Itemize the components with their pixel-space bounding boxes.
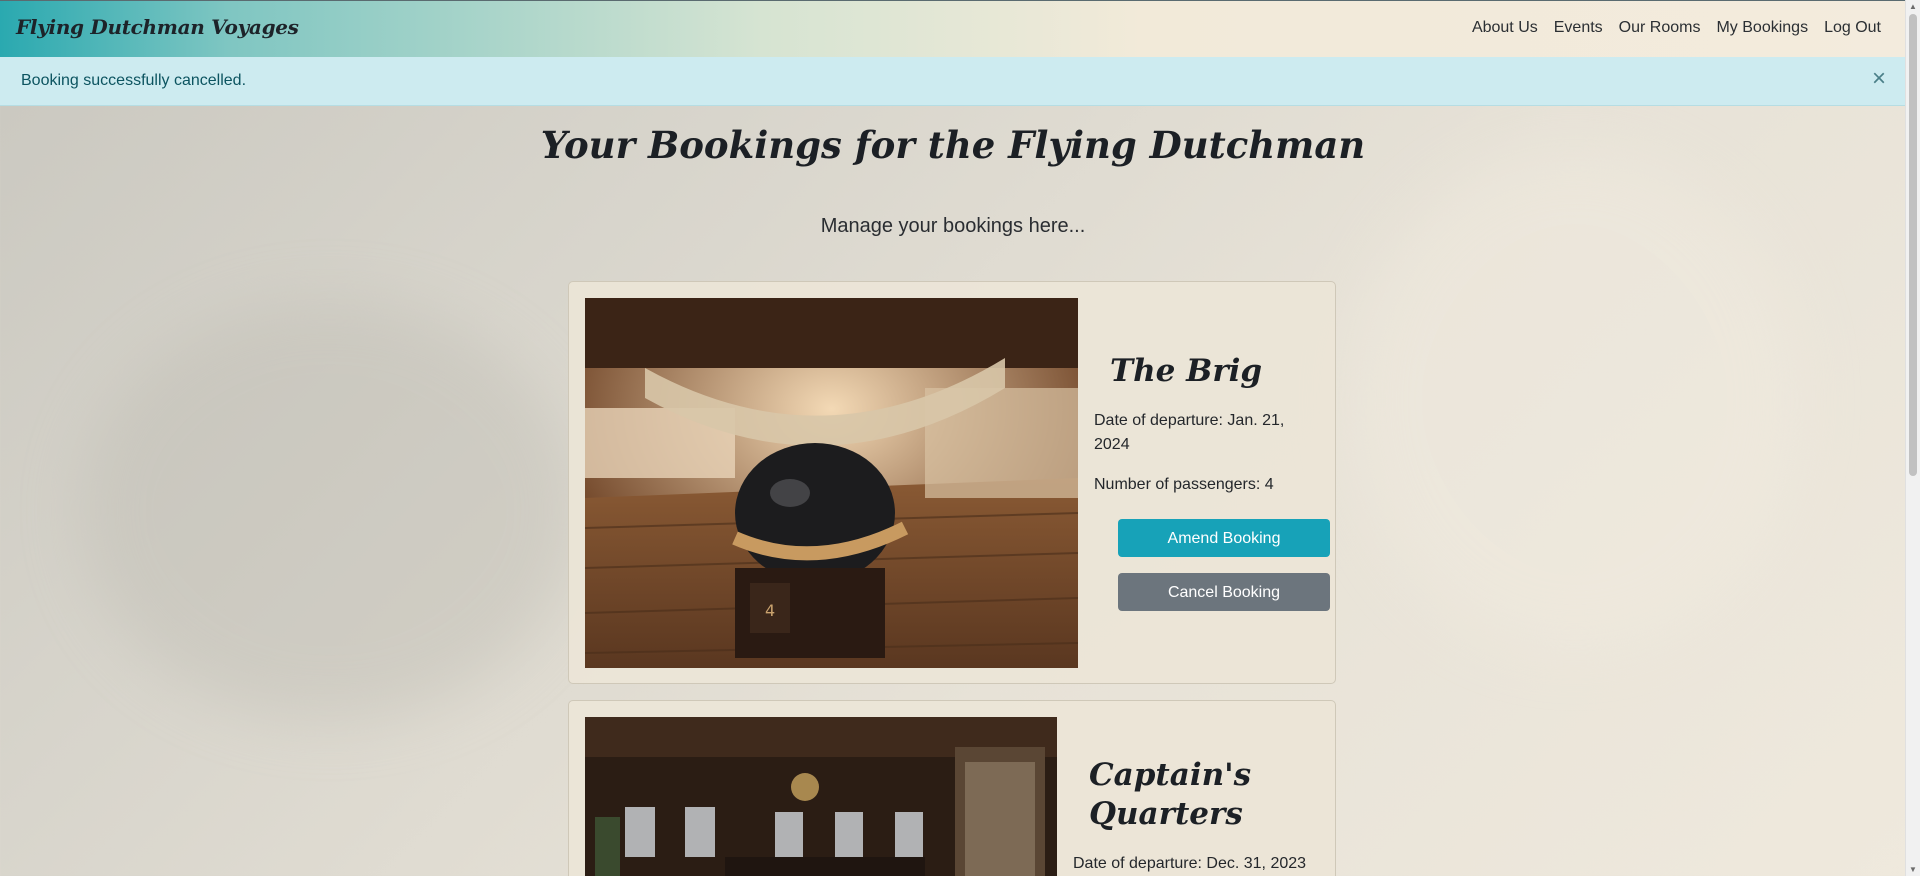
nav-log-out[interactable]: Log Out [1824,19,1881,37]
passenger-count: Number of passengers: 4 [1094,475,1274,493]
captains-quarters-photo [585,717,1057,876]
page-scrollbar[interactable]: ▲ ▼ [1905,0,1920,876]
room-title: The Brig [1110,353,1263,389]
booking-details: The Brig Date of departure: Jan. 21, 202… [1094,352,1330,611]
amend-booking-button[interactable]: Amend Booking [1118,518,1330,557]
booking-card: Captain's Quarters Date of departure: De… [568,700,1336,876]
page-subtitle: Manage your bookings here... [820,215,1086,237]
nav-events[interactable]: Events [1554,19,1603,37]
close-icon[interactable]: × [1872,67,1886,91]
nav-about-us[interactable]: About Us [1472,19,1538,37]
nav-my-bookings[interactable]: My Bookings [1716,19,1808,37]
scroll-down-icon[interactable]: ▼ [1906,865,1920,874]
room-title: Captain's Quarters [1089,757,1252,832]
nav-our-rooms[interactable]: Our Rooms [1619,19,1701,37]
departure-date: Date of departure: Jan. 21, 2024 [1094,411,1285,453]
page-title: Your Bookings for the Flying Dutchman [540,123,1366,167]
room-image-captains-quarters [585,717,1057,876]
background-texture [80,300,580,720]
booking-card: 4 The Brig Date of departure: Jan. 21, 2… [568,281,1336,684]
departure-date: Date of departure: Dec. 31, 2023 [1073,854,1307,872]
booking-details: Captain's Quarters Date of departure: De… [1073,756,1318,876]
success-alert: Booking successfully cancelled. × [0,57,1906,106]
alert-message: Booking successfully cancelled. [21,72,247,89]
scroll-up-icon[interactable]: ▲ [1906,2,1920,11]
scrollbar-thumb[interactable] [1909,14,1917,476]
nav-links: About Us Events Our Rooms My Bookings Lo… [1472,19,1881,37]
cancel-booking-button[interactable]: Cancel Booking [1118,572,1330,611]
brig-photo: 4 [585,298,1078,668]
navbar: Flying Dutchman Voyages About Us Events … [0,0,1906,57]
room-image-brig: 4 [585,298,1078,668]
brand-logo[interactable]: Flying Dutchman Voyages [16,15,299,39]
svg-text:4: 4 [765,601,775,620]
